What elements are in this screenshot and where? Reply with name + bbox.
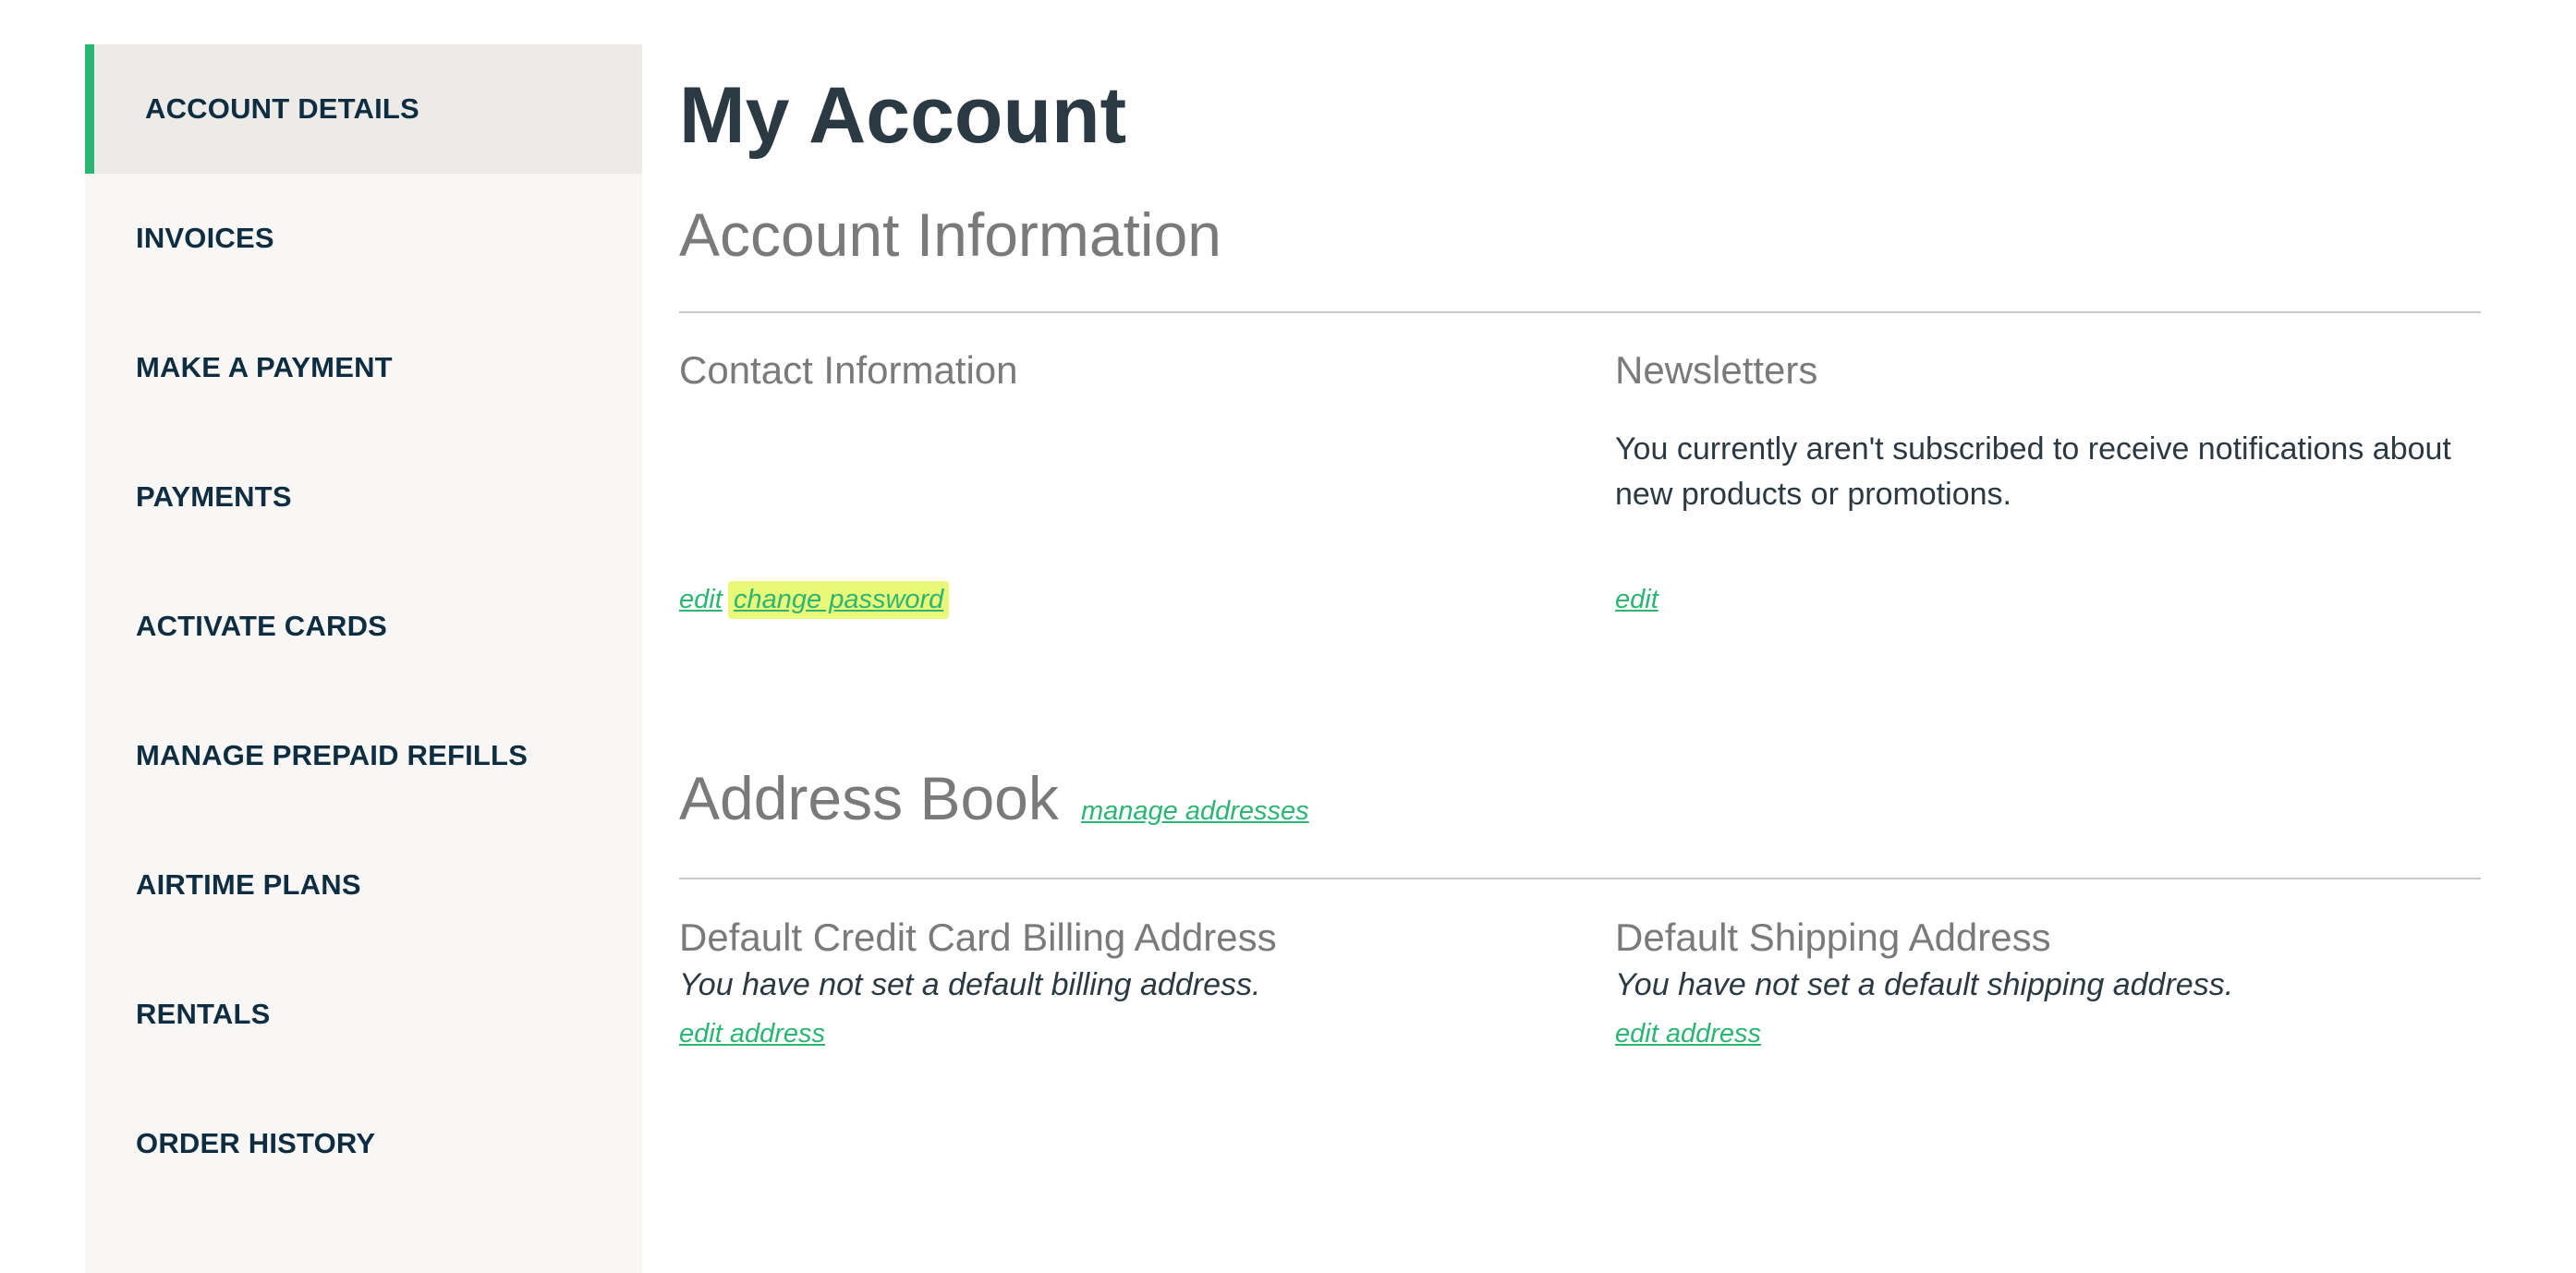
- sidebar-item-activate-cards[interactable]: ACTIVATE CARDS: [85, 562, 642, 691]
- sidebar-item-make-a-payment[interactable]: MAKE A PAYMENT: [85, 303, 642, 432]
- sidebar-item-payments[interactable]: PAYMENTS: [85, 432, 642, 562]
- shipping-edit-address-link[interactable]: edit address: [1615, 1019, 1761, 1049]
- change-password-link[interactable]: change password: [728, 581, 950, 619]
- billing-address-heading: Default Credit Card Billing Address: [679, 915, 1277, 959]
- address-book-heading: Address Book: [679, 764, 1059, 832]
- newsletters-status-text: You currently aren't subscribed to recei…: [1615, 431, 2451, 512]
- sidebar-item-rentals[interactable]: RENTALS: [85, 950, 642, 1079]
- shipping-address-heading: Default Shipping Address: [1615, 915, 2051, 959]
- newsletters-heading: Newsletters: [1615, 348, 1818, 392]
- section-divider: [679, 311, 2481, 313]
- sidebar-item-airtime-plans[interactable]: AIRTIME PLANS: [85, 820, 642, 950]
- main-content: My Account Account Information Contact I…: [679, 0, 2481, 1256]
- account-information-heading: Account Information: [679, 200, 1221, 269]
- section-divider: [679, 878, 2481, 879]
- sidebar-item-manage-prepaid-refills[interactable]: MANAGE PREPAID REFILLS: [85, 691, 642, 820]
- account-sidebar: ACCOUNT DETAILS INVOICES MAKE A PAYMENT …: [85, 44, 642, 1273]
- billing-address-status: You have not set a default billing addre…: [679, 967, 1261, 1002]
- contact-edit-link[interactable]: edit: [679, 585, 723, 615]
- billing-edit-address-link[interactable]: edit address: [679, 1019, 825, 1049]
- newsletters-edit-link[interactable]: edit: [1615, 585, 1659, 615]
- page-title: My Account: [679, 71, 1127, 160]
- sidebar-item-order-history[interactable]: ORDER HISTORY: [85, 1079, 642, 1208]
- sidebar-item-account-details[interactable]: ACCOUNT DETAILS: [85, 44, 642, 174]
- shipping-address-status: You have not set a default shipping addr…: [1615, 967, 2234, 1002]
- contact-information-heading: Contact Information: [679, 348, 1018, 392]
- sidebar-item-invoices[interactable]: INVOICES: [85, 174, 642, 303]
- manage-addresses-link[interactable]: manage addresses: [1081, 796, 1309, 827]
